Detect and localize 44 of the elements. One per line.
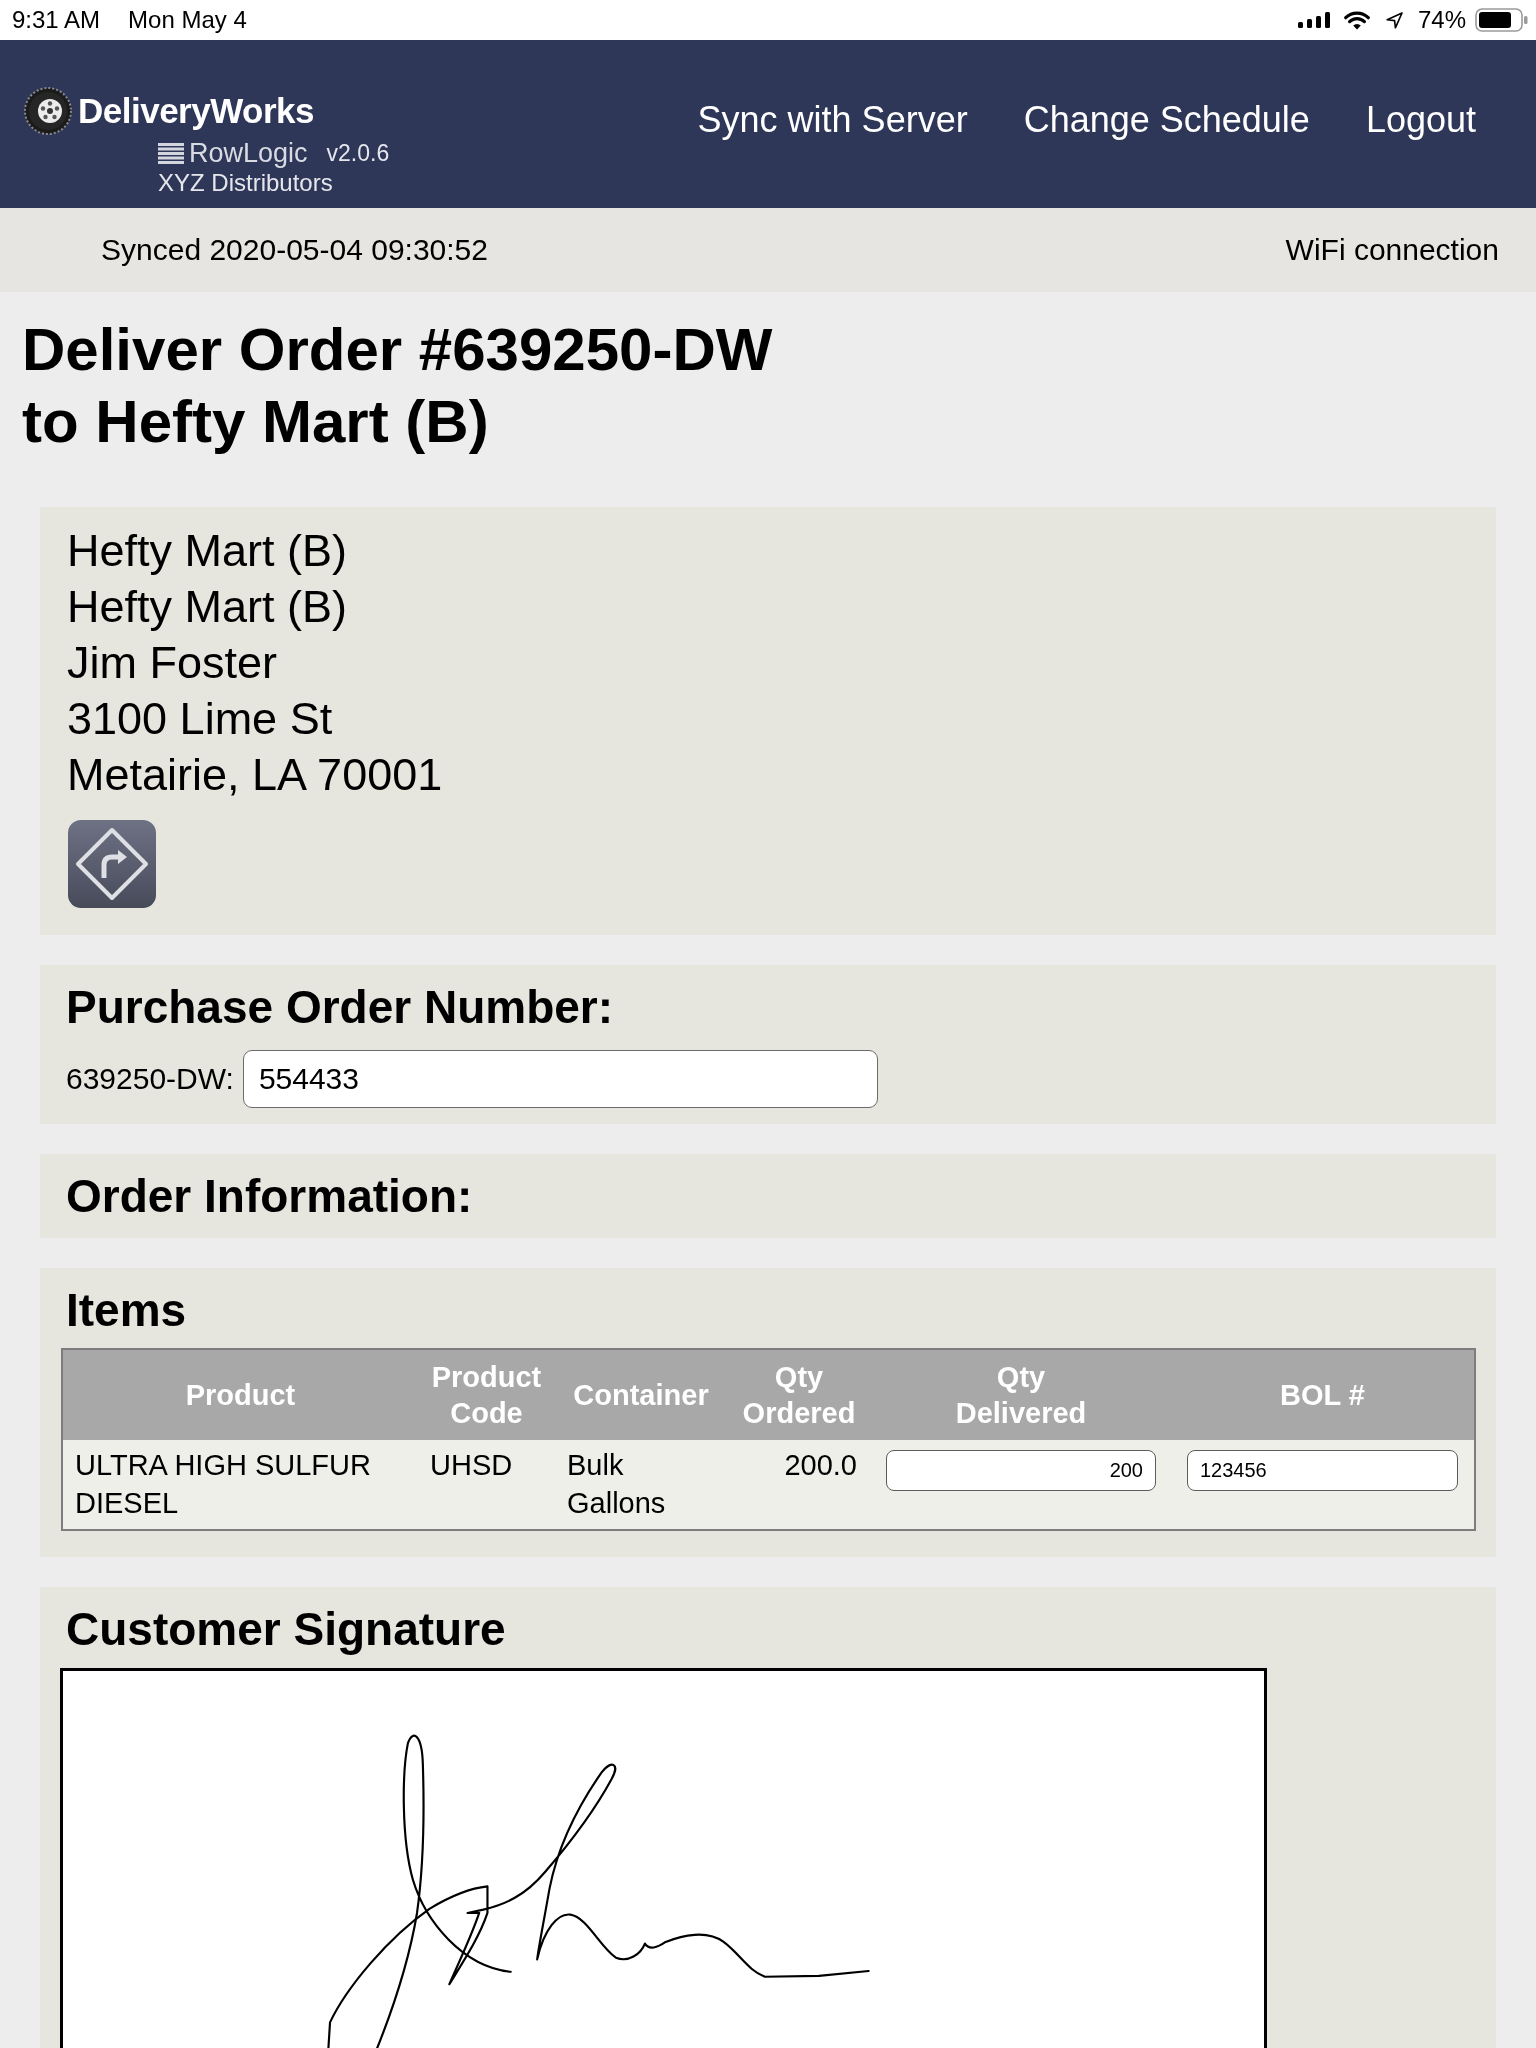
- table-cell: Bulk Gallons: [555, 1440, 727, 1530]
- column-header: BOL #: [1171, 1349, 1475, 1440]
- lines-icon: [158, 142, 184, 164]
- section-heading: Order Information:: [66, 1170, 473, 1222]
- bol-number-field[interactable]: 123456: [1187, 1450, 1458, 1491]
- wifi-icon: [1342, 10, 1371, 30]
- column-header: Product Code: [418, 1349, 555, 1440]
- status-date: Mon May 4: [128, 6, 247, 34]
- connection-status-text: WiFi connection: [1285, 232, 1499, 268]
- section-heading: Customer Signature: [66, 1603, 506, 1655]
- section-heading: Purchase Order Number:: [66, 981, 614, 1033]
- address-line: Hefty Mart (B): [67, 580, 348, 634]
- tire-icon: [24, 87, 72, 135]
- version-label: v2.0.6: [326, 139, 390, 167]
- nav-link[interactable]: Logout: [1365, 98, 1476, 142]
- company-name: XYZ Distributors: [158, 169, 333, 197]
- nav-link[interactable]: Change Schedule: [1023, 98, 1310, 142]
- table-cell: 200.0: [727, 1440, 871, 1530]
- signal-icon: [1297, 12, 1330, 28]
- po-number-field[interactable]: 554433: [242, 1050, 878, 1108]
- po-label: 639250-DW:: [66, 1061, 234, 1097]
- signature-pad[interactable]: [60, 1668, 1267, 2048]
- page-title: Deliver Order #639250-DW to Hefty Mart (B): [22, 315, 773, 457]
- address-line: Metairie, LA 70001: [67, 748, 443, 802]
- turn-sign-icon[interactable]: [68, 820, 156, 908]
- section-heading: Items: [66, 1284, 187, 1336]
- brand-name: RowLogic: [189, 139, 308, 167]
- logo-text: DeliveryWorks: [78, 90, 315, 132]
- column-header: Qty Delivered: [871, 1349, 1171, 1440]
- column-header: Qty Ordered: [727, 1349, 871, 1440]
- table-cell: UHSD: [418, 1440, 555, 1530]
- battery-icon: [1475, 8, 1528, 32]
- column-header: Product: [62, 1349, 418, 1440]
- nav-link[interactable]: Sync with Server: [697, 98, 968, 142]
- status-time: 9:31 AM: [12, 6, 101, 34]
- location-arrow-icon: [1385, 11, 1403, 29]
- address-line: Hefty Mart (B): [67, 524, 348, 578]
- column-header: Container: [555, 1349, 727, 1440]
- sync-status-text: Synced 2020-05-04 09:30:52: [101, 232, 488, 268]
- table-cell: ULTRA HIGH SULFUR DIESEL: [62, 1440, 418, 1530]
- qty-delivered-field[interactable]: 200: [886, 1450, 1156, 1491]
- address-line: Jim Foster: [67, 636, 277, 690]
- battery-percent: 74%: [1417, 6, 1466, 34]
- address-line: 3100 Lime St: [67, 692, 333, 746]
